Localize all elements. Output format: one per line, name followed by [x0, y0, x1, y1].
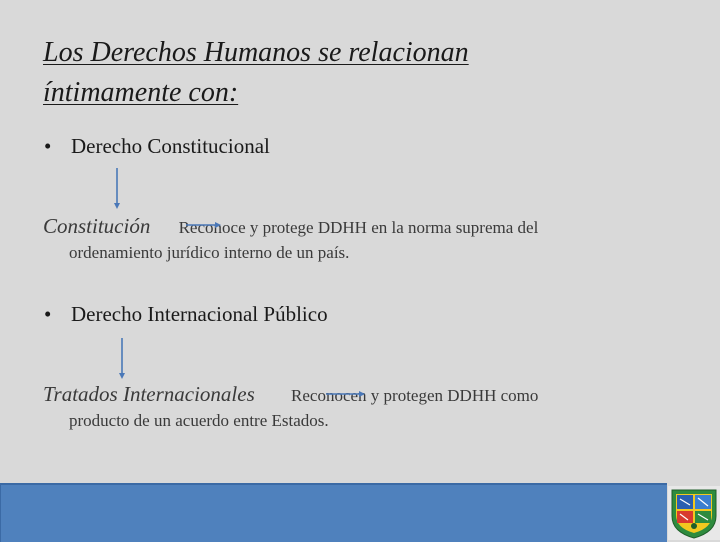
arrow-right-icon: [326, 391, 365, 397]
bullet-derecho-constitucional: • Derecho Constitucional: [44, 133, 270, 159]
desc-tratados-2: producto de un acuerdo entre Estados.: [69, 411, 329, 430]
desc-constitucion-2: ordenamiento jurídico interno de un país…: [69, 243, 350, 262]
bullet-dot: •: [44, 302, 52, 326]
footer-bar: [0, 483, 667, 542]
bullet-text: Derecho Constitucional: [71, 134, 270, 158]
arrow-down-icon: [114, 168, 120, 209]
arrow-right-icon: [186, 222, 221, 228]
bullet-derecho-internacional: • Derecho Internacional Público: [44, 301, 328, 327]
title-line-2: íntimamente con:: [43, 77, 239, 108]
definition-constitucion: Constitución Reconoce y protege DDHH en …: [43, 214, 663, 265]
desc-constitucion-1: Reconoce y protege DDHH en la norma supr…: [178, 218, 539, 237]
term-tratados: Tratados Internacionales: [43, 382, 255, 406]
arrow-down-icon: [119, 338, 125, 379]
bullet-dot: •: [44, 134, 52, 158]
slide-title: Los Derechos Humanos se relacionan íntim…: [43, 33, 663, 113]
university-crest-logo: [668, 486, 720, 540]
title-line-1: Los Derechos Humanos se relacionan: [43, 37, 469, 68]
bullet-text: Derecho Internacional Público: [71, 302, 328, 326]
term-constitucion: Constitución: [43, 214, 151, 238]
